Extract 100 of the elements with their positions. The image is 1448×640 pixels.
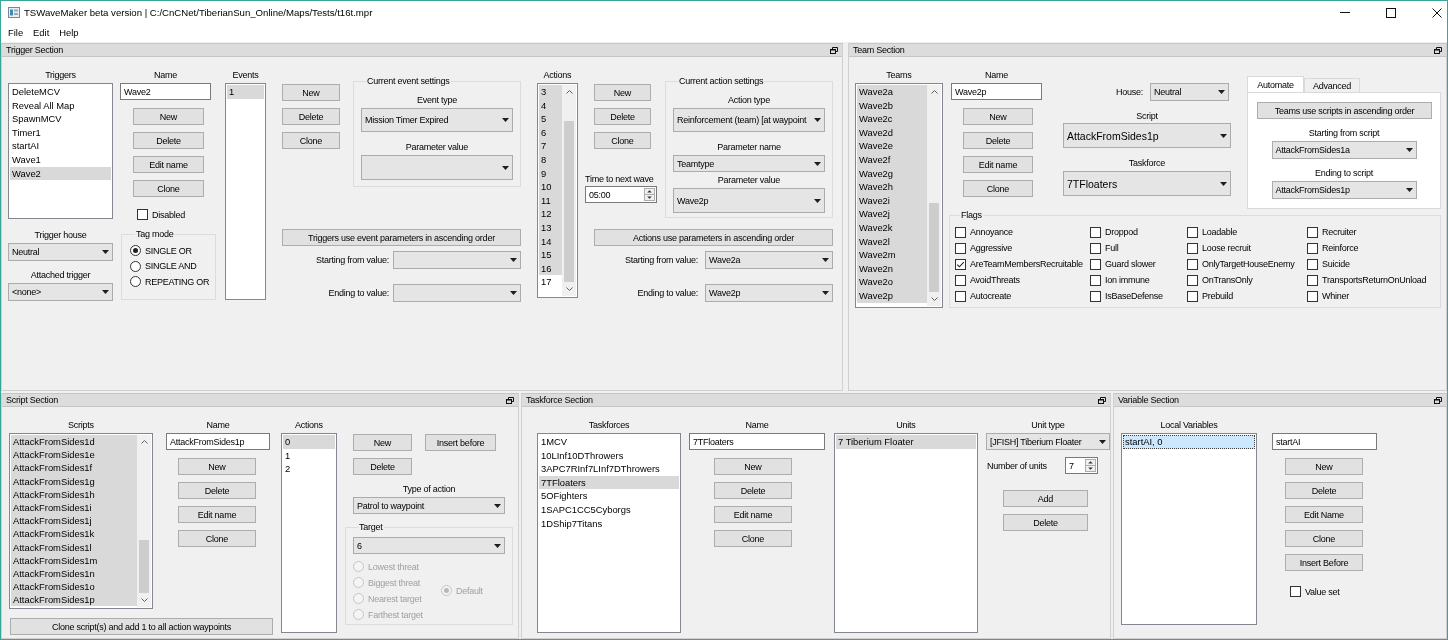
delete-button[interactable]: Delete — [353, 458, 412, 475]
checkbox-icon[interactable] — [1307, 226, 1318, 238]
delete-button[interactable]: Delete — [178, 482, 256, 499]
checkbox-icon[interactable] — [1090, 258, 1101, 270]
time-field[interactable]: 05:00 — [585, 186, 657, 203]
delete-button[interactable]: Delete — [133, 132, 204, 149]
checkbox-icon[interactable] — [955, 226, 966, 238]
list-item[interactable]: AttackFromSides1d — [11, 435, 137, 449]
scrollbar[interactable] — [137, 435, 151, 607]
edit-name-button[interactable]: Edit name — [714, 506, 792, 523]
ascending-order-button[interactable]: Triggers use event parameters in ascending order — [282, 229, 521, 246]
delete-button[interactable]: Delete — [1003, 514, 1088, 531]
value-set-checkbox[interactable]: Value set — [1290, 586, 1340, 597]
ascending-order-button[interactable]: Actions use parameters in ascending order — [594, 229, 833, 246]
new-button[interactable]: New — [353, 434, 412, 451]
list-item[interactable]: AttackFromSides1p — [11, 593, 137, 607]
name-field[interactable]: 7TFloaters — [689, 433, 825, 450]
ascending-order-button[interactable]: Teams use scripts in ascending order — [1257, 102, 1432, 119]
name-field[interactable]: Wave2 — [120, 83, 211, 100]
restore-icon[interactable] — [1098, 396, 1106, 404]
checkbox-icon[interactable] — [1307, 290, 1318, 302]
flag-checkbox[interactable]: TransportsReturnOnUnload — [1307, 274, 1427, 286]
flag-checkbox[interactable]: Ion immune — [1090, 274, 1150, 286]
script-list[interactable] — [9, 433, 153, 609]
tab[interactable]: Advanced — [1304, 78, 1360, 92]
clone-button[interactable]: Clone — [1285, 530, 1363, 547]
menu-item[interactable]: Edit — [33, 27, 50, 39]
checkbox-icon[interactable] — [1187, 290, 1198, 302]
list-item[interactable]: AttackFromSides1k — [11, 527, 137, 541]
list-item[interactable]: 1 — [227, 85, 264, 99]
setting-dropdown[interactable]: Wave2p — [673, 188, 825, 213]
add-button[interactable]: Add — [1003, 490, 1088, 507]
checkbox-icon[interactable] — [1090, 226, 1101, 238]
flag-checkbox[interactable]: OnTransOnly — [1187, 274, 1253, 286]
restore-icon[interactable] — [1434, 396, 1442, 404]
number-field[interactable]: 7 — [1065, 457, 1098, 474]
list-item[interactable]: 7 — [539, 139, 562, 153]
close-icon[interactable] — [1432, 7, 1442, 18]
house-dropdown[interactable]: Neutral — [8, 243, 113, 261]
radio-button[interactable]: REPEATING OR — [130, 276, 210, 287]
checkbox-icon[interactable] — [1090, 242, 1101, 254]
flag-checkbox[interactable]: Whiner — [1307, 290, 1349, 302]
list-item[interactable]: Wave2o — [857, 275, 927, 289]
list-item[interactable]: 7TFloaters — [539, 475, 679, 490]
flag-checkbox[interactable]: Suicide — [1307, 258, 1350, 270]
list-item[interactable]: Wave1 — [10, 152, 111, 167]
setting-dropdown[interactable]: Teamtype — [673, 155, 825, 172]
house-dropdown[interactable]: Neutral — [1150, 83, 1229, 101]
list-item[interactable]: 12 — [539, 207, 562, 221]
new-button[interactable]: New — [282, 84, 340, 101]
insert-before-button[interactable]: Insert before — [425, 434, 496, 451]
setting-dropdown[interactable]: Reinforcement (team) [at waypoint — [673, 108, 825, 132]
list-item[interactable]: DeleteMCV — [10, 85, 111, 99]
list-item[interactable]: Wave2c — [857, 112, 927, 126]
list-item[interactable]: 17 — [539, 275, 562, 289]
name-field[interactable]: Wave2p — [951, 83, 1042, 100]
name-field[interactable]: startAI — [1272, 433, 1377, 450]
radio-icon[interactable] — [130, 245, 141, 256]
list-item[interactable]: Wave2a — [857, 85, 927, 99]
checkbox-icon[interactable] — [1090, 274, 1101, 286]
flag-checkbox[interactable]: AvoidThreats — [955, 274, 1020, 286]
flag-checkbox[interactable]: Recruiter — [1307, 226, 1357, 238]
new-button[interactable]: New — [178, 458, 256, 475]
scroll-up-icon[interactable] — [565, 90, 573, 94]
radio-button[interactable]: SINGLE OR — [130, 245, 192, 256]
restore-icon[interactable] — [506, 396, 514, 404]
setting-dropdown[interactable]: Mission Timer Expired — [361, 108, 513, 132]
action-list[interactable]: 0 1 2 — [281, 433, 337, 633]
radio-icon[interactable] — [130, 260, 141, 272]
new-button[interactable]: New — [963, 108, 1033, 125]
checkbox-icon[interactable] — [1290, 586, 1301, 597]
checkbox-icon[interactable] — [137, 209, 148, 220]
menu-item[interactable]: Help — [59, 27, 79, 39]
delete-button[interactable]: Delete — [1285, 482, 1363, 499]
value-dropdown[interactable]: Wave2a — [705, 251, 833, 269]
list-item[interactable]: AttackFromSides1f — [11, 461, 137, 475]
new-button[interactable]: New — [714, 458, 792, 475]
flag-checkbox[interactable]: Annoyance — [955, 226, 1013, 238]
checkbox-icon[interactable] — [1307, 274, 1318, 286]
new-button[interactable]: New — [1285, 458, 1363, 475]
flag-checkbox[interactable]: Autocreate — [955, 290, 1012, 302]
flag-checkbox[interactable]: Droppod — [1090, 226, 1138, 238]
action-list[interactable]: 3 4 5 6 7 8 9 10 11 12 13 14 15 16 17 — [537, 83, 578, 298]
clone-button[interactable]: Clone — [282, 132, 340, 149]
list-item[interactable]: Timer1 — [10, 125, 111, 140]
unit-type-dropdown[interactable]: [JFISH] Tiberium Floater — [986, 433, 1110, 450]
list-item[interactable]: 5OFighters — [539, 489, 679, 503]
tab[interactable]: Automate — [1247, 76, 1304, 92]
scroll-down-icon[interactable] — [930, 297, 938, 301]
scrollbar[interactable] — [562, 85, 576, 296]
team-list[interactable]: Wave2a Wave2b Wave2c Wave2d Wave2e Wave2f Wave2g Wave2h Wave2i Wave2j Wave2k Wave2l Wave2m Wave2n Wave2o Wave2p — [855, 83, 943, 308]
script-dropdown[interactable]: AttackFromSides1a — [1271, 141, 1417, 159]
list-item[interactable]: startAI — [10, 139, 111, 153]
edit-name-button[interactable]: Edit Name — [1285, 506, 1363, 523]
list-item[interactable]: startAI, 0 — [1123, 435, 1255, 449]
radio-icon[interactable] — [130, 276, 141, 287]
scrollbar-thumb[interactable] — [564, 120, 574, 282]
scroll-down-icon[interactable] — [565, 287, 573, 291]
scrollbar-thumb[interactable] — [139, 539, 149, 593]
scroll-up-icon[interactable] — [140, 440, 148, 444]
